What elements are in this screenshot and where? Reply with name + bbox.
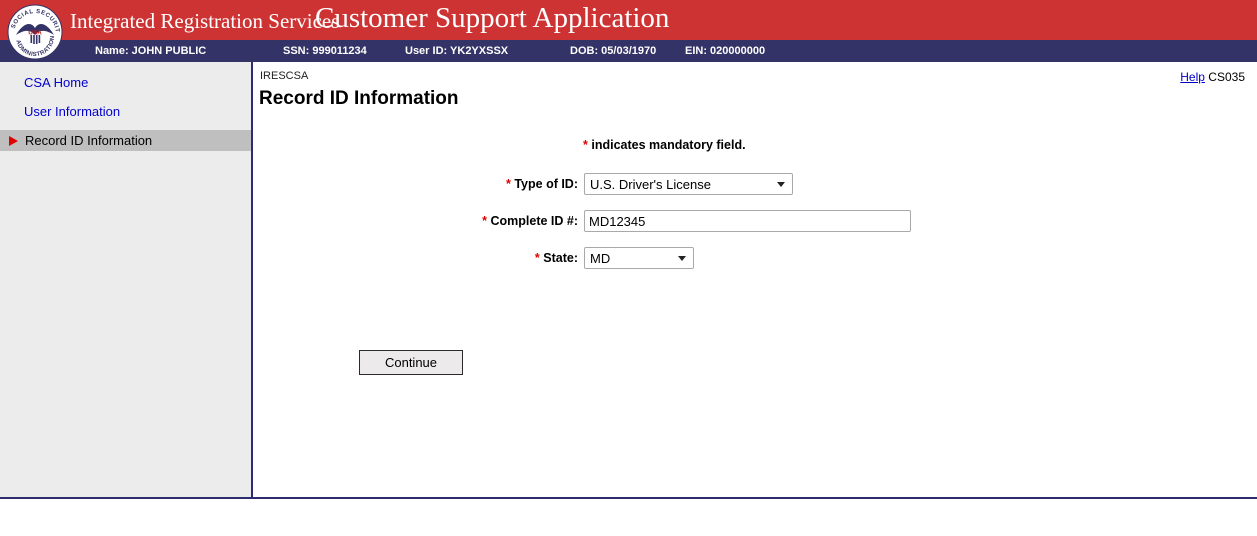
state-select[interactable]: MD [584, 247, 694, 269]
complete-id-label: * Complete ID #: [482, 214, 578, 228]
user-ein: EIN: 020000000 [685, 45, 766, 57]
type-of-id-value: U.S. Driver's License [590, 176, 711, 192]
type-of-id-select[interactable]: U.S. Driver's License [584, 173, 793, 195]
ssa-seal-icon: SOCIAL SECURITY ADMINISTRATION USA [7, 4, 63, 60]
sidebar-divider [251, 62, 253, 497]
sidebar-item-label: Record ID Information [25, 133, 153, 148]
state-value: MD [590, 250, 611, 266]
help-link[interactable]: Help [1180, 70, 1205, 84]
state-label: * State: [534, 251, 578, 265]
user-dob: DOB: 05/03/1970 [570, 45, 657, 57]
selected-arrow-icon [9, 135, 18, 146]
user-name: Name: JOHN PUBLIC [95, 45, 207, 57]
dropdown-arrow-icon [678, 256, 686, 261]
customer-support-application: SOCIAL SECURITY ADMINISTRATION USA Integ… [0, 0, 1257, 536]
sidebar [0, 62, 251, 497]
bottom-divider [0, 497, 1257, 499]
type-of-id-label: * Type of ID: [505, 177, 578, 191]
mandatory-note: * indicates mandatory field. [583, 138, 746, 152]
required-asterisk: * [583, 138, 588, 152]
dropdown-arrow-icon [777, 182, 785, 187]
sidebar-item-record-id-information[interactable]: Record ID Information [0, 130, 251, 151]
app-name: Integrated Registration Services [70, 9, 340, 33]
screen-id: CS035 [1208, 70, 1245, 84]
breadcrumb-app-code: IRESCSA [260, 70, 309, 82]
user-ssn: SSN: 999011234 [283, 45, 367, 57]
help-row: Help CS035 [1180, 70, 1245, 84]
continue-button[interactable]: Continue [359, 350, 463, 375]
sidebar-item-user-information[interactable]: User Information [24, 104, 120, 119]
page-title: Record ID Information [259, 88, 459, 109]
sidebar-item-csa-home[interactable]: CSA Home [24, 75, 88, 90]
complete-id-input[interactable] [584, 210, 911, 232]
app-title: Customer Support Application [315, 2, 670, 34]
seal-usa-text: USA [28, 30, 42, 37]
user-id: User ID: YK2YXSSX [405, 45, 509, 57]
